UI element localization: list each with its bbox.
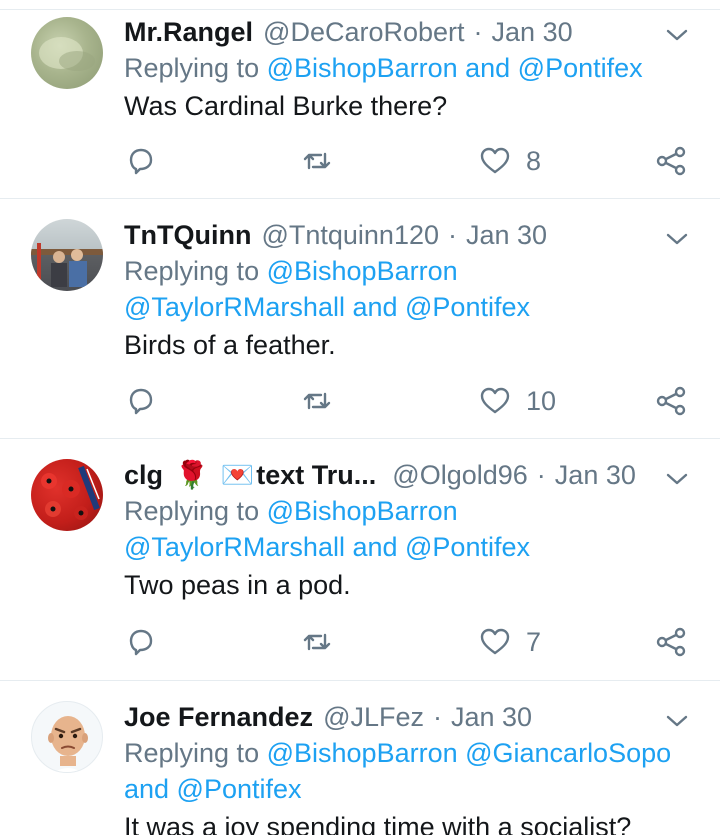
replying-prefix: Replying to <box>124 496 260 526</box>
user-handle[interactable]: @JLFez <box>323 699 424 735</box>
chevron-down-icon[interactable] <box>665 23 689 47</box>
like-count: 8 <box>526 145 542 176</box>
rose-emoji: 🌹 <box>175 460 209 490</box>
like-count: 10 <box>526 385 557 416</box>
separator-dot: · <box>536 460 546 490</box>
timestamp[interactable]: Jan 30 <box>451 699 532 735</box>
tweet[interactable]: TnTQuinn @Tntquinn120 · Jan 30 Replying … <box>0 199 720 439</box>
reply-button[interactable] <box>124 622 158 662</box>
tweet-text: Was Cardinal Burke there? <box>124 91 448 121</box>
reply-icon <box>129 148 153 175</box>
retweet-icon <box>303 152 331 170</box>
tweet-actions: 8 <box>124 141 694 181</box>
user-handle[interactable]: @Olgold96 <box>392 457 528 493</box>
replying-to: Replying to @BishopBarron and @Pontifex <box>124 50 684 86</box>
separator-dot: · <box>473 17 483 47</box>
reply-button[interactable] <box>124 141 158 181</box>
tweet[interactable]: Joe Fernandez @JLFez · Jan 30 Replying t… <box>0 681 720 835</box>
replying-to: Replying to @BishopBarron @GiancarloSopo… <box>124 735 684 807</box>
replying-prefix: Replying to <box>124 738 260 768</box>
reply-mentions[interactable]: @BishopBarron and @Pontifex <box>267 53 643 83</box>
avatar-image <box>41 465 100 520</box>
share-button[interactable] <box>654 622 688 662</box>
reply-icon <box>129 388 153 415</box>
tweet-header: TnTQuinn @Tntquinn120 · Jan 30 <box>124 217 684 253</box>
avatar[interactable] <box>31 219 103 291</box>
tweet-actions: 7 <box>124 622 694 662</box>
separator-dot: · <box>448 220 457 250</box>
like-button[interactable]: 8 <box>478 141 541 181</box>
chevron-down-icon[interactable] <box>665 709 689 733</box>
user-handle[interactable]: @DeCaroRobert <box>263 14 465 50</box>
timestamp[interactable]: Jan 30 <box>492 14 573 50</box>
tweet-content: TnTQuinn @Tntquinn120 · Jan 30 Replying … <box>124 217 684 365</box>
retweet-button[interactable] <box>300 381 334 421</box>
like-count: 7 <box>526 626 542 657</box>
tweet-text: Two peas in a pod. <box>124 570 351 600</box>
display-name[interactable]: clg <box>124 457 163 493</box>
avatar-image <box>48 716 88 772</box>
top-divider <box>0 0 720 10</box>
tweet-header: clg 🌹 💌 text Tru... @Olgold96 · Jan 30 <box>124 457 684 493</box>
retweet-icon <box>303 633 331 651</box>
display-name-suffix[interactable]: text Tru... <box>256 457 376 493</box>
avatar-image <box>39 37 95 71</box>
share-icon <box>656 386 686 416</box>
share-button[interactable] <box>654 141 688 181</box>
avatar[interactable] <box>31 459 103 531</box>
avatar-image <box>31 243 103 287</box>
tweet-content: clg 🌹 💌 text Tru... @Olgold96 · Jan 30 R… <box>124 457 684 605</box>
tweet[interactable]: Mr.Rangel @DeCaroRobert · Jan 30 Replyin… <box>0 11 720 199</box>
replying-prefix: Replying to <box>124 256 260 286</box>
share-button[interactable] <box>654 381 688 421</box>
tweet-actions: 10 <box>124 381 694 421</box>
love-letter-emoji: 💌 <box>220 460 255 490</box>
separator-dot: · <box>433 702 442 732</box>
display-name[interactable]: TnTQuinn <box>124 217 251 253</box>
retweet-icon <box>303 392 331 410</box>
like-button[interactable]: 7 <box>478 622 541 662</box>
user-handle[interactable]: @Tntquinn120 <box>261 217 439 253</box>
share-icon <box>656 627 686 657</box>
replying-to: Replying to @BishopBarron @TaylorRMarsha… <box>124 253 684 325</box>
chevron-down-icon[interactable] <box>665 227 689 251</box>
replying-prefix: Replying to <box>124 53 260 83</box>
reply-button[interactable] <box>124 381 158 421</box>
chevron-down-icon[interactable] <box>665 467 689 491</box>
replying-to: Replying to @BishopBarron @TaylorRMarsha… <box>124 493 684 565</box>
tweet-header: Mr.Rangel @DeCaroRobert · Jan 30 <box>124 14 684 50</box>
retweet-button[interactable] <box>300 141 334 181</box>
tweet-content: Joe Fernandez @JLFez · Jan 30 Replying t… <box>124 699 684 835</box>
tweet[interactable]: clg 🌹 💌 text Tru... @Olgold96 · Jan 30 R… <box>0 439 720 681</box>
tweet-text: Birds of a feather. <box>124 330 336 360</box>
tweet-content: Mr.Rangel @DeCaroRobert · Jan 30 Replyin… <box>124 14 684 126</box>
timestamp[interactable]: Jan 30 <box>466 217 547 253</box>
heart-icon <box>480 147 510 174</box>
like-button[interactable]: 10 <box>478 381 556 421</box>
tweet-text: It was a joy spending time with a social… <box>124 812 632 835</box>
avatar[interactable] <box>31 701 103 773</box>
share-icon <box>656 146 686 176</box>
tweet-header: Joe Fernandez @JLFez · Jan 30 <box>124 699 684 735</box>
reply-icon <box>129 629 153 656</box>
heart-icon <box>480 387 510 414</box>
avatar[interactable] <box>31 17 103 89</box>
display-name[interactable]: Joe Fernandez <box>124 699 313 735</box>
retweet-button[interactable] <box>300 622 334 662</box>
display-name[interactable]: Mr.Rangel <box>124 14 253 50</box>
heart-icon <box>480 628 510 655</box>
timestamp[interactable]: Jan 30 <box>555 457 636 493</box>
